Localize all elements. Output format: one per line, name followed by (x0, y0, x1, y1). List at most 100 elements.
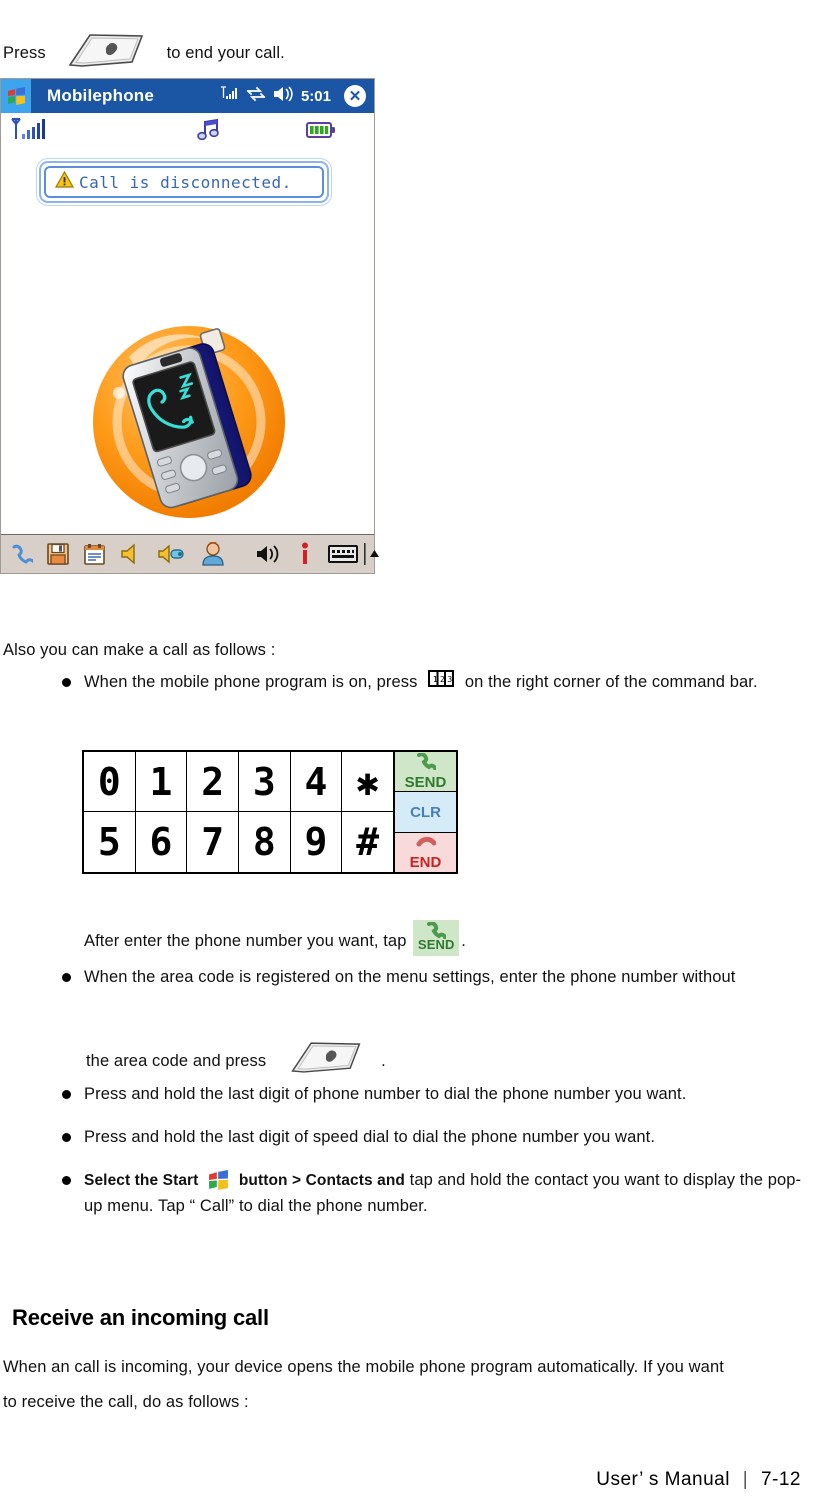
bullet-1-text: When the mobile phone program is on, pre… (84, 670, 796, 696)
red-handset-icon (416, 835, 436, 854)
call-disconnected-text: Call is disconnected. (79, 172, 292, 192)
bullet-2-continuation: the area code and press . (86, 1040, 786, 1084)
footer-page-number: 7-12 (760, 1469, 801, 1490)
keypad-action-column: SEND CLR END (394, 752, 456, 872)
volume-icon[interactable] (273, 85, 294, 107)
key-8[interactable]: 8 (239, 812, 291, 872)
warning-triangle-icon (54, 170, 75, 193)
after-keypad-part2: . (461, 932, 466, 950)
footer-manual-label: User’ s Manual (596, 1469, 730, 1490)
key-1[interactable]: 1 (135, 752, 188, 812)
send-key-inline-icon: SEND (413, 920, 460, 956)
section-paragraph-line-1: When an call is incoming, your device op… (3, 1358, 724, 1376)
pda-system-tray: 5:01 ✕ (219, 79, 366, 113)
pda-title: Mobilephone (47, 86, 155, 105)
info-icon[interactable] (300, 542, 310, 566)
key-hash[interactable]: # (342, 812, 394, 872)
key-5[interactable]: 5 (84, 812, 136, 872)
bullet-item-5: Select the Start button > Contacts and t… (0, 1168, 817, 1219)
bullet-item-3: Press and hold the last digit of phone n… (0, 1082, 817, 1108)
section-heading: Receive an incoming call (12, 1305, 269, 1330)
also-line: Also you can make a call as follows : (3, 641, 276, 659)
bullet-dot (62, 678, 71, 687)
sleeping-mobile-phone-illustration (87, 317, 291, 532)
music-note-icon (196, 118, 222, 147)
bullet-item-4: Press and hold the last digit of speed d… (0, 1125, 817, 1151)
intro-before-text: Press (3, 44, 46, 63)
battery-full-icon (306, 121, 336, 144)
notes-icon[interactable] (83, 543, 106, 566)
bullet-2-cont-after: . (381, 1052, 386, 1071)
dial-keypad-figure: 0 1 2 3 4 ✱ 5 6 7 8 9 # SEND CLR END (82, 750, 458, 874)
bullet-dot (62, 1090, 71, 1099)
save-disk-icon[interactable] (47, 543, 69, 565)
pda-titlebar: Mobilephone 5:01 ✕ (1, 79, 374, 113)
bullet-item-2: When the area code is registered on the … (0, 965, 817, 991)
key-star[interactable]: ✱ (342, 752, 394, 812)
pda-clock[interactable]: 5:01 (301, 88, 331, 105)
keyboard-icon[interactable] (328, 544, 358, 564)
svg-text:1: 1 (433, 675, 438, 684)
bullet-2-text: When the area code is registered on the … (84, 968, 736, 986)
send-key-label: SEND (404, 774, 447, 792)
key-7[interactable]: 7 (187, 812, 239, 872)
speaker-earpiece-icon[interactable] (158, 543, 186, 565)
bullet-item-1: When the mobile phone program is on, pre… (0, 670, 817, 696)
pda-screenshot: Mobilephone 5:01 ✕ Call is disconnected. (0, 78, 379, 574)
key-9[interactable]: 9 (291, 812, 343, 872)
clear-key[interactable]: CLR (395, 792, 456, 833)
call-disconnected-message-box: Call is disconnected. (39, 161, 329, 203)
after-keypad-line: After enter the phone number you want, t… (0, 920, 817, 956)
key-2[interactable]: 2 (187, 752, 239, 812)
numeric-keypad-icon: 1 2 3 (428, 670, 455, 691)
antenna-signal-icon (9, 117, 55, 148)
send-chip-label: SEND (417, 936, 455, 952)
contact-person-icon[interactable] (202, 542, 224, 566)
manual-page: Press to end your call. Mobilephone 5:01… (0, 0, 817, 1499)
pda-statusbar (1, 113, 374, 147)
input-panel-chevron-icon[interactable] (364, 543, 382, 565)
signal-bars-icon[interactable] (219, 85, 239, 107)
bullet-2-cont-before: the area code and press (86, 1052, 267, 1071)
bullet-dot (62, 1133, 71, 1142)
pda-content-area: Call is disconnected. (1, 147, 374, 537)
speaker-mute-icon[interactable] (120, 543, 144, 565)
key-0[interactable]: 0 (84, 752, 136, 812)
end-call-hardware-key-icon (64, 32, 148, 70)
footer-separator: | (742, 1469, 749, 1490)
after-keypad-part1: After enter the phone number you want, t… (84, 932, 407, 950)
phone-handset-icon[interactable] (9, 542, 33, 566)
intro-line: Press to end your call. (3, 32, 285, 76)
svg-text:3: 3 (448, 675, 453, 684)
green-handset-icon (416, 752, 437, 774)
pda-command-bar (1, 534, 379, 573)
keypad-digit-grid: 0 1 2 3 4 ✱ 5 6 7 8 9 # (84, 752, 394, 872)
send-key[interactable]: SEND (395, 752, 456, 793)
svg-text:2: 2 (440, 675, 445, 684)
bullet-dot (62, 973, 71, 982)
bullet-1-part1: When the mobile phone program is on, pre… (84, 673, 418, 691)
page-footer: User’ s Manual | 7-12 (0, 1469, 817, 1491)
windows-start-icon (207, 1170, 230, 1190)
bullet-dot (62, 1176, 71, 1185)
end-call-hardware-key-icon (287, 1040, 365, 1076)
key-3[interactable]: 3 (239, 752, 291, 812)
intro-after-text: to end your call. (166, 44, 285, 63)
windows-start-icon[interactable] (1, 79, 31, 113)
bullet-5-text: Select the Start button > Contacts and t… (84, 1168, 806, 1219)
close-icon[interactable]: ✕ (344, 85, 366, 107)
end-key[interactable]: END (395, 832, 456, 872)
bullet-5-bold2: button > Contacts and (238, 1172, 405, 1189)
key-4[interactable]: 4 (290, 752, 343, 812)
end-key-label: END (409, 853, 442, 871)
connectivity-icon[interactable] (246, 86, 266, 107)
speaker-loud-icon[interactable] (256, 543, 282, 565)
bullet-4-text: Press and hold the last digit of speed d… (84, 1128, 655, 1146)
clear-key-label: CLR (410, 803, 441, 821)
section-paragraph-line-2: to receive the call, do as follows : (3, 1393, 249, 1411)
bullet-5-bold1: Select the Start (84, 1172, 199, 1189)
bullet-3-text: Press and hold the last digit of phone n… (84, 1085, 687, 1103)
bullet-1-part2: on the right corner of the command bar. (464, 673, 758, 691)
key-6[interactable]: 6 (136, 812, 188, 872)
after-keypad-text: After enter the phone number you want, t… (84, 920, 817, 956)
